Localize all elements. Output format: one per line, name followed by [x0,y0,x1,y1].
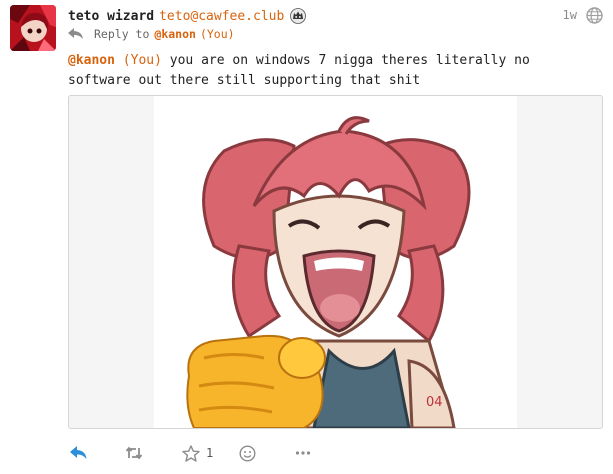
avatar[interactable] [10,5,56,51]
star-icon [182,444,200,462]
boost-button[interactable] [125,443,143,463]
content-you-tag: (You) [122,53,162,68]
display-name[interactable]: teto wizard [68,9,154,24]
bot-badge-icon [290,8,307,24]
status-header: teto wizard teto@cawfee.club [68,6,307,26]
reply-arrow-icon [68,28,84,40]
svg-text:04: 04 [426,395,443,410]
favourite-count: 1 [206,446,214,460]
reply-context: Reply to @kanon (You) [68,26,235,42]
more-icon [295,450,311,456]
reply-button[interactable] [70,443,87,463]
avatar-art [10,5,56,51]
emoji-icon [239,444,256,462]
globe-icon [586,7,603,24]
reply-icon [70,446,87,460]
content-mention[interactable]: @kanon [68,53,115,68]
reply-to-you-tag: (You) [199,27,235,41]
status-content: @kanon (You) you are on windows 7 nigga … [68,51,598,91]
more-options-button[interactable] [295,443,311,463]
boost-icon [125,446,143,460]
media-attachment[interactable]: 04 [154,96,517,430]
reply-to-mention[interactable]: @kanon [154,27,196,41]
reply-to-label: Reply to [94,27,150,41]
pointing-teto-image: 04 [154,96,517,430]
emoji-reaction-button[interactable] [239,443,256,463]
favourite-button[interactable]: 1 [182,443,213,463]
relative-timestamp[interactable]: 1w [563,8,577,22]
account-handle[interactable]: teto@cawfee.club [159,9,284,24]
